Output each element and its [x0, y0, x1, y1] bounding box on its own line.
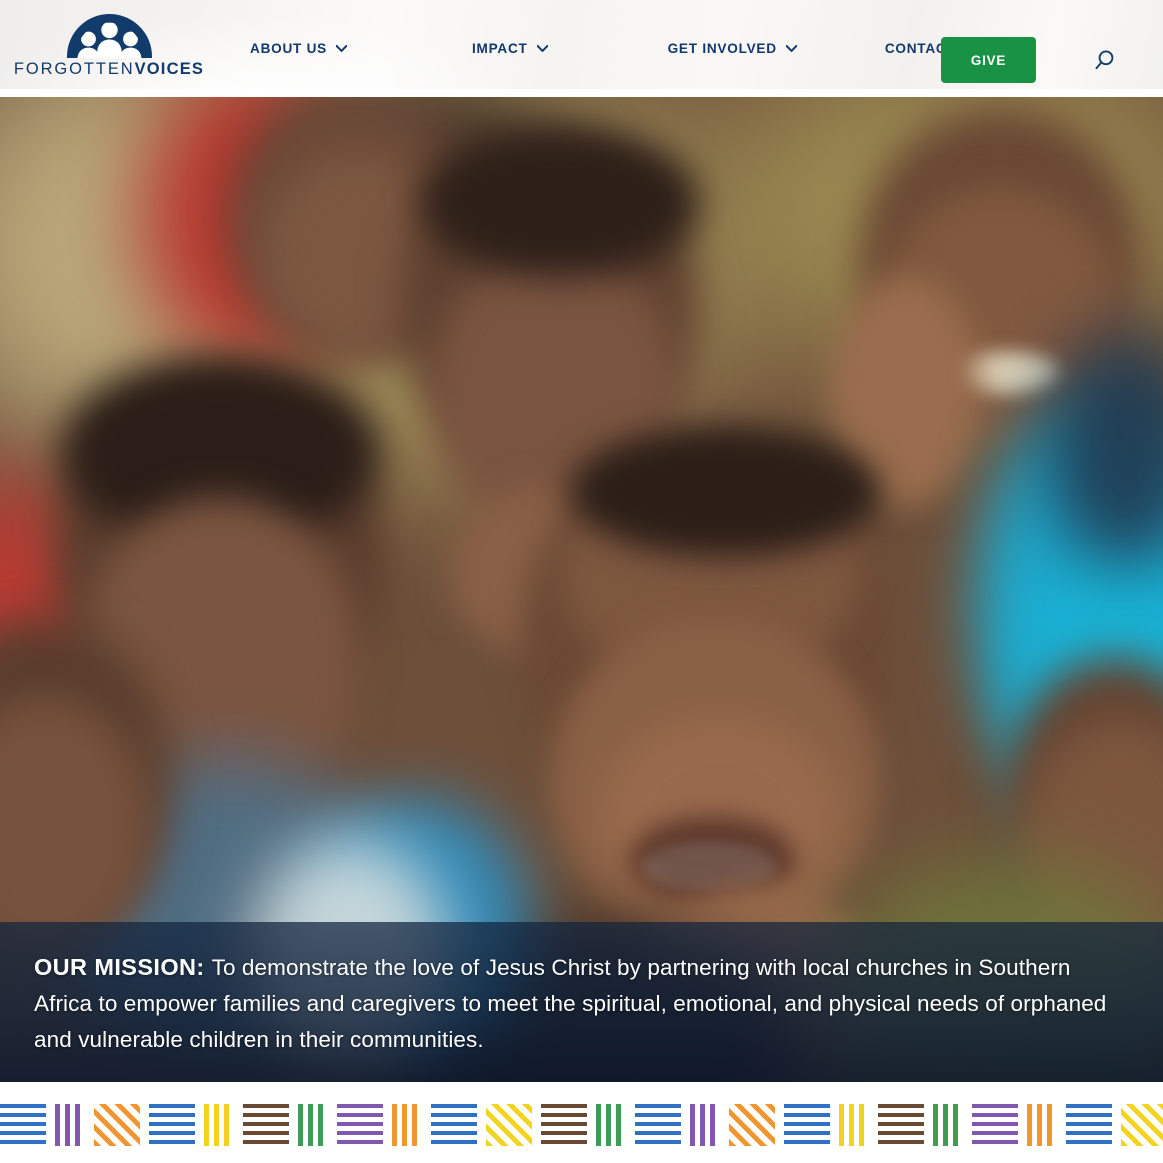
search-icon [1095, 50, 1114, 70]
logo-wordmark: FORGOTTENVOICES [14, 61, 204, 78]
pattern-gap [46, 1104, 55, 1146]
site-logo[interactable]: FORGOTTENVOICES [14, 14, 203, 84]
pattern-block-yellow-v [839, 1104, 869, 1146]
woven-stripe-pattern [0, 1104, 1163, 1146]
pattern-gap [869, 1104, 878, 1146]
pattern-block-orange-v [1027, 1104, 1057, 1146]
pattern-block-orange-d [94, 1104, 140, 1146]
hero-section: OUR MISSION: To demonstrate the love of J… [0, 97, 1163, 1082]
nav-item-label: GET INVOLVED [667, 41, 777, 56]
nav-item-label: IMPACT [472, 41, 528, 56]
logo-word-voices: VOICES [134, 60, 205, 78]
pattern-gap [289, 1104, 298, 1146]
pattern-block-yellow-v [204, 1104, 234, 1146]
pattern-gap [830, 1104, 839, 1146]
site-header: FORGOTTENVOICES ABOUT US IMPACT GET INVOLV… [0, 0, 1163, 97]
pattern-gap [1112, 1104, 1121, 1146]
pattern-block-brown-h [878, 1104, 924, 1146]
pattern-block-blue-h [784, 1104, 830, 1146]
pattern-block-green-v [933, 1104, 963, 1146]
pattern-gap [1057, 1104, 1066, 1146]
pattern-gap [587, 1104, 596, 1146]
pattern-block-yellow-d [1121, 1104, 1163, 1146]
pattern-block-green-v [596, 1104, 626, 1146]
pattern-gap [532, 1104, 541, 1146]
pattern-gap [626, 1104, 635, 1146]
pattern-gap [924, 1104, 933, 1146]
pattern-gap [775, 1104, 784, 1146]
pattern-block-blue-h [1066, 1104, 1112, 1146]
pattern-block-orange-v [392, 1104, 422, 1146]
pattern-block-purple-v [55, 1104, 85, 1146]
pattern-gap [140, 1104, 149, 1146]
pattern-block-green-v [298, 1104, 328, 1146]
pattern-gap [1018, 1104, 1027, 1146]
nav-item-impact[interactable]: IMPACT [472, 41, 548, 56]
pattern-block-brown-h [541, 1104, 587, 1146]
pattern-block-blue-h [0, 1104, 46, 1146]
chevron-down-icon [336, 45, 347, 52]
pattern-gap [195, 1104, 204, 1146]
pattern-block-yellow-d [486, 1104, 532, 1146]
pattern-gap [85, 1104, 94, 1146]
pattern-gap [681, 1104, 690, 1146]
pattern-gap [477, 1104, 486, 1146]
pattern-gap [963, 1104, 972, 1146]
nav-item-label: ABOUT US [250, 41, 327, 56]
pattern-block-purple-v [690, 1104, 720, 1146]
pattern-block-blue-h [635, 1104, 681, 1146]
pattern-block-purple-h [972, 1104, 1018, 1146]
page-root: FORGOTTENVOICES ABOUT US IMPACT GET INVOLV… [0, 0, 1163, 1163]
pattern-gap [422, 1104, 431, 1146]
nav-item-get-involved[interactable]: GET INVOLVED [668, 41, 797, 56]
chevron-down-icon [536, 45, 548, 52]
pattern-block-blue-h [431, 1104, 477, 1146]
pattern-gap [234, 1104, 243, 1146]
photo-region-hero-main-hair [570, 427, 880, 557]
pattern-block-purple-h [337, 1104, 383, 1146]
give-button[interactable]: GIVE [941, 37, 1036, 83]
three-figures-dome-icon [66, 14, 152, 58]
logo-word-forgotten: FORGOTTEN [13, 60, 135, 78]
main-navigation: ABOUT US IMPACT GET INVOLVED CONTACT US [250, 0, 980, 97]
pattern-block-orange-d [729, 1104, 775, 1146]
pattern-gap [328, 1104, 337, 1146]
mission-text: OUR MISSION: To demonstrate the love of J… [34, 949, 1129, 1058]
pattern-gap [720, 1104, 729, 1146]
mission-statement-overlay: OUR MISSION: To demonstrate the love of J… [0, 922, 1163, 1082]
pattern-block-brown-h [243, 1104, 289, 1146]
pattern-band-section [0, 1082, 1163, 1163]
search-button[interactable] [1091, 48, 1117, 74]
chevron-down-icon [785, 45, 797, 52]
mission-label: OUR MISSION: [34, 954, 205, 980]
photo-region-child-center-hair [420, 127, 700, 277]
pattern-block-blue-h [149, 1104, 195, 1146]
pattern-gap [383, 1104, 392, 1146]
nav-item-about-us[interactable]: ABOUT US [250, 41, 347, 56]
